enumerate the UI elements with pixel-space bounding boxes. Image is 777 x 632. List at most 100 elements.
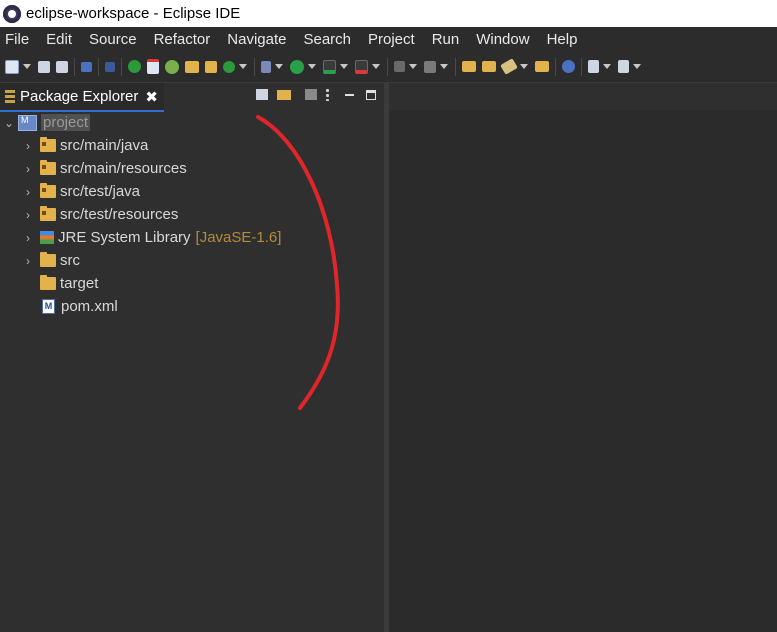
menu-file[interactable]: File bbox=[5, 31, 42, 48]
open-task-icon[interactable] bbox=[482, 61, 496, 72]
menu-edit[interactable]: Edit bbox=[46, 31, 85, 48]
eclipse-icon bbox=[3, 4, 21, 23]
external-tools-dropdown-icon[interactable] bbox=[372, 64, 380, 69]
run-icon[interactable] bbox=[290, 59, 304, 74]
tree-node-label: src/test/java bbox=[60, 183, 141, 200]
terminal-icon[interactable] bbox=[81, 61, 92, 72]
new-icon[interactable] bbox=[5, 59, 19, 74]
tree-node-label: JRE System Library bbox=[58, 229, 191, 246]
next-annotation-dropdown-icon[interactable] bbox=[603, 64, 611, 69]
tree-node-jre-system-library[interactable]: › JRE System Library [JavaSE-1.6] bbox=[0, 226, 384, 249]
tree-node-label: src/main/resources bbox=[60, 160, 187, 177]
xml-file-icon: M bbox=[42, 299, 55, 314]
maximize-icon[interactable] bbox=[366, 89, 376, 100]
toolbar-separator bbox=[121, 57, 122, 76]
window-title: eclipse-workspace - Eclipse IDE bbox=[26, 5, 241, 22]
menu-refactor[interactable]: Refactor bbox=[154, 31, 224, 48]
tree-node-src-test-java[interactable]: › src/test/java bbox=[0, 180, 384, 203]
editor-tab-bar bbox=[389, 83, 777, 110]
project-tree: ⌄ project › src/main/java › src/main/res… bbox=[0, 111, 384, 318]
tab-label: Package Explorer bbox=[20, 88, 139, 105]
tree-node-src[interactable]: › src bbox=[0, 249, 384, 272]
stop-icon[interactable] bbox=[394, 61, 405, 72]
collapse-all-icon[interactable] bbox=[256, 89, 268, 100]
tree-node-target[interactable]: target bbox=[0, 272, 384, 295]
view-toolbar bbox=[247, 88, 376, 101]
debug-icon[interactable] bbox=[261, 60, 271, 73]
previous-annotation-dropdown-icon[interactable] bbox=[633, 64, 641, 69]
toolbar-separator bbox=[254, 57, 255, 76]
search-icon[interactable] bbox=[535, 61, 549, 72]
mark-occurrences-icon[interactable] bbox=[500, 58, 518, 75]
chevron-right-icon[interactable]: › bbox=[21, 139, 35, 153]
refresh-icon[interactable] bbox=[223, 60, 235, 73]
toolbar-separator bbox=[98, 57, 99, 76]
package-folder-icon bbox=[40, 183, 56, 198]
menu-run[interactable]: Run bbox=[432, 31, 473, 48]
save-icon[interactable] bbox=[38, 60, 50, 73]
menu-help[interactable]: Help bbox=[547, 31, 591, 48]
new-class-icon[interactable] bbox=[205, 60, 217, 73]
menu-search[interactable]: Search bbox=[303, 31, 364, 48]
refresh-dropdown-icon[interactable] bbox=[239, 64, 247, 69]
mark-occurrences-dropdown-icon[interactable] bbox=[520, 64, 528, 69]
toolbar-separator bbox=[581, 57, 582, 76]
save-all-icon[interactable] bbox=[56, 60, 68, 73]
view-menu-icon[interactable] bbox=[326, 88, 329, 101]
tree-node-label: target bbox=[60, 275, 99, 292]
external-tools-icon[interactable] bbox=[355, 59, 368, 74]
stop-dropdown-icon[interactable] bbox=[409, 64, 417, 69]
tree-node-src-main-resources[interactable]: › src/main/resources bbox=[0, 157, 384, 180]
library-icon bbox=[40, 231, 54, 244]
tree-node-project[interactable]: ⌄ project bbox=[0, 111, 384, 134]
chevron-right-icon[interactable]: › bbox=[21, 162, 35, 176]
new-package-icon[interactable] bbox=[185, 60, 199, 73]
coverage-icon[interactable] bbox=[323, 59, 336, 74]
chevron-down-icon[interactable]: ⌄ bbox=[2, 116, 16, 130]
filter-icon[interactable] bbox=[305, 89, 317, 100]
tab-package-explorer[interactable]: Package Explorer ✖ bbox=[0, 83, 164, 112]
globe-icon[interactable] bbox=[562, 60, 575, 73]
menu-bar: File Edit Source Refactor Navigate Searc… bbox=[0, 27, 777, 51]
previous-annotation-icon[interactable] bbox=[618, 60, 629, 73]
package-explorer-icon bbox=[5, 89, 15, 104]
tree-node-label: src/test/resources bbox=[60, 206, 179, 223]
next-annotation-icon[interactable] bbox=[588, 60, 599, 73]
maven-project-icon bbox=[18, 114, 37, 131]
connect-dropdown-icon[interactable] bbox=[440, 64, 448, 69]
package-explorer-panel: Package Explorer ✖ ⌄ project › src/main/… bbox=[0, 83, 384, 632]
toggle-breadcrumb-icon[interactable] bbox=[105, 61, 115, 72]
tree-node-label: pom.xml bbox=[61, 298, 118, 315]
menu-project[interactable]: Project bbox=[368, 31, 428, 48]
package-explorer-header: Package Explorer ✖ bbox=[0, 83, 384, 112]
package-folder-icon bbox=[40, 160, 56, 175]
chevron-right-icon[interactable]: › bbox=[21, 208, 35, 222]
tree-node-pom-xml[interactable]: M pom.xml bbox=[0, 295, 384, 318]
main-toolbar bbox=[0, 51, 777, 82]
menu-window[interactable]: Window bbox=[476, 31, 542, 48]
new-dropdown-icon[interactable] bbox=[23, 64, 31, 69]
debug-dropdown-icon[interactable] bbox=[275, 64, 283, 69]
open-type-icon[interactable] bbox=[462, 61, 476, 72]
tree-node-label: project bbox=[41, 114, 91, 131]
chevron-right-icon[interactable]: › bbox=[21, 254, 35, 268]
chevron-right-icon[interactable]: › bbox=[21, 185, 35, 199]
menu-source[interactable]: Source bbox=[89, 31, 150, 48]
run-dropdown-icon[interactable] bbox=[308, 64, 316, 69]
tree-node-src-test-resources[interactable]: › src/test/resources bbox=[0, 203, 384, 226]
toolbar-separator bbox=[555, 57, 556, 76]
tree-node-label: src/main/java bbox=[60, 137, 149, 154]
chevron-right-icon[interactable]: › bbox=[21, 231, 35, 245]
menu-navigate[interactable]: Navigate bbox=[227, 31, 299, 48]
minimize-icon[interactable] bbox=[345, 93, 354, 96]
jre-version-decoration: [JavaSE-1.6] bbox=[195, 229, 282, 246]
link-with-editor-icon[interactable] bbox=[277, 89, 291, 100]
tree-node-src-main-java[interactable]: › src/main/java bbox=[0, 134, 384, 157]
open-perspective-icon[interactable] bbox=[165, 59, 179, 74]
new-java-project-icon[interactable] bbox=[147, 59, 159, 74]
folder-icon bbox=[40, 252, 56, 267]
skip-breakpoints-icon[interactable] bbox=[128, 60, 141, 73]
close-icon[interactable]: ✖ bbox=[145, 88, 158, 106]
connect-icon[interactable] bbox=[424, 60, 436, 73]
coverage-dropdown-icon[interactable] bbox=[340, 64, 348, 69]
